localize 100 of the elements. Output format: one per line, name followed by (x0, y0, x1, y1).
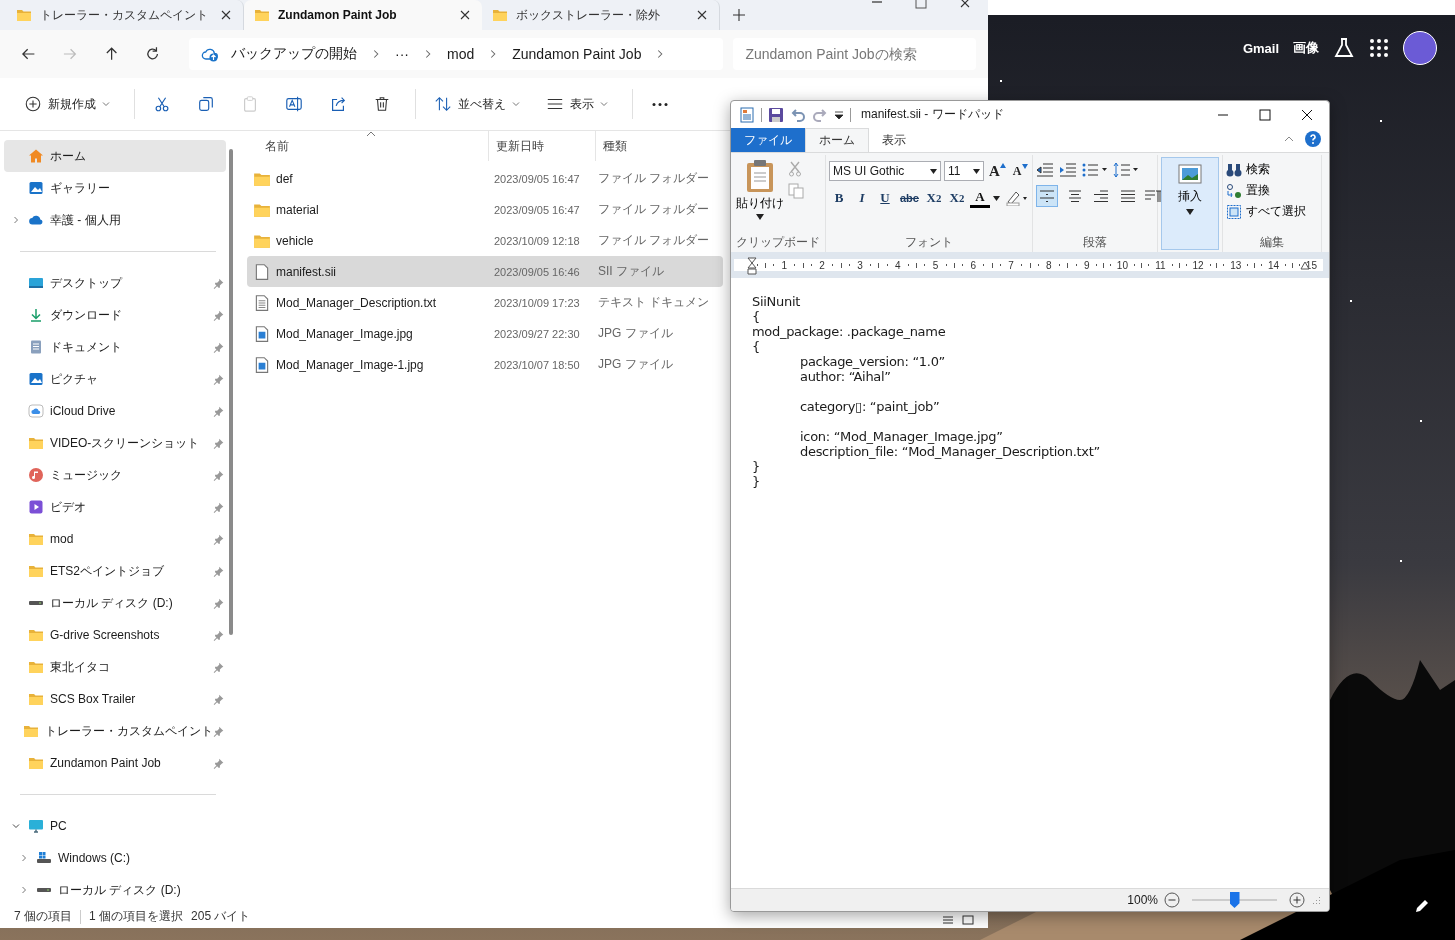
drive-icon (36, 886, 52, 894)
line-spacing-icon[interactable] (1113, 162, 1139, 178)
sidebar-item[interactable]: ドキュメント (4, 331, 226, 363)
search-field[interactable]: Zundamon Paint Jobの検索 (733, 38, 976, 70)
maximize-icon[interactable] (1259, 108, 1271, 121)
sidebar-item[interactable]: ミュージック (4, 459, 226, 491)
format-button[interactable]: I (852, 187, 872, 209)
sidebar-item[interactable]: ビデオ (4, 491, 226, 523)
format-button[interactable]: B (829, 187, 849, 209)
sidebar-item[interactable]: ホーム (4, 140, 226, 172)
close-icon[interactable] (1301, 108, 1313, 121)
file-row[interactable]: Mod_Manager_Description.txt 2023/10/09 17:23 テキスト ドキュメン (247, 287, 723, 318)
zoom-out-icon[interactable] (1164, 892, 1180, 908)
sidebar-item[interactable]: ギャラリー (4, 172, 226, 204)
sidebar-item[interactable]: SCS Box Trailer (4, 683, 226, 715)
text-line: { (752, 309, 761, 324)
binoculars-icon (1226, 161, 1242, 178)
sidebar-item[interactable]: ピクチャ (4, 363, 226, 395)
download-icon (28, 307, 44, 323)
details-view-icon[interactable] (940, 915, 956, 925)
column-header[interactable]: 名前 (235, 131, 489, 161)
insert-button[interactable]: 挿入 (1161, 157, 1219, 250)
undo-icon[interactable] (790, 106, 806, 123)
indent-marker-icon[interactable] (747, 257, 757, 275)
address-bar[interactable]: バックアップの開始 ··· mod Zundamon Paint Job (189, 38, 724, 70)
file-row[interactable]: def 2023/09/05 16:47 ファイル フォルダー (247, 163, 723, 194)
breadcrumb-item[interactable]: ··· (395, 46, 409, 62)
ruler-number: 14 (1268, 259, 1280, 271)
flask-icon[interactable] (1333, 37, 1355, 59)
bullet-list-icon[interactable] (1082, 162, 1108, 178)
paragraph-icon[interactable] (1144, 188, 1162, 204)
sidebar-item[interactable]: デスクトップ (4, 267, 226, 299)
zoom-in-icon[interactable] (1289, 892, 1305, 908)
column-header[interactable]: 更新日時 (489, 131, 596, 161)
file-icon (253, 262, 271, 281)
text-line: description_file: “Mod_Manager_Description.txt” (799, 444, 1101, 459)
plus-icon[interactable] (732, 8, 746, 22)
sidebar-item[interactable]: Zundamon Paint Job (4, 747, 226, 779)
ribbon-tab[interactable]: ファイル (731, 128, 805, 152)
scrollbar[interactable] (229, 149, 233, 635)
text-line: mod_package: .package_name (752, 324, 947, 339)
header-link[interactable]: 画像 (1293, 39, 1319, 57)
sidebar-item[interactable]: mod (4, 523, 226, 555)
apps-grid-icon[interactable] (1369, 38, 1389, 58)
sidebar-item[interactable]: VIDEO-スクリーンショット (4, 427, 226, 459)
format-button[interactable]: A (969, 188, 990, 208)
explorer-tab[interactable]: Zundamon Paint Job (244, 0, 482, 30)
paste-button[interactable]: 貼り付け (734, 155, 786, 234)
breadcrumb-item[interactable]: mod (447, 46, 475, 62)
font-name-field[interactable]: MS UI Gothic (829, 161, 941, 181)
edit-button[interactable]: 置換 (1226, 182, 1306, 199)
header-link[interactable]: Gmail (1242, 40, 1279, 56)
close-icon[interactable] (219, 8, 233, 22)
breadcrumb-item[interactable]: バックアップの開始 (231, 45, 357, 63)
file-row[interactable]: Mod_Manager_Image.jpg 2023/09/27 22:30 JPG ファイル (247, 318, 723, 349)
sidebar-item[interactable]: ローカル ディスク (D:) (4, 874, 226, 905)
tiles-view-icon[interactable] (960, 915, 976, 925)
sidebar-item[interactable]: PC (4, 810, 226, 842)
help-icon[interactable] (1305, 131, 1321, 147)
toolbar-button[interactable]: 並べ替え (424, 89, 530, 119)
close-icon[interactable] (695, 8, 709, 22)
sidebar-item[interactable]: Windows (C:) (4, 842, 226, 874)
document-text[interactable]: SiiNunit { mod_package: .package_name { package_version: “1.0” author: “Aihal” category▯: “paint_job” icon: “Mod_Manager_Image.jpg” description_file: “Mod_Manager_Description.txt” } } (731, 278, 1329, 888)
shrink-font-button[interactable]: A (1010, 163, 1030, 179)
sidebar-item[interactable]: ダウンロード (4, 299, 226, 331)
indent-icon[interactable] (1059, 162, 1077, 178)
pencil-icon[interactable] (1414, 898, 1430, 914)
file-row[interactable]: manifest.sii 2023/09/05 16:46 SII ファイル (247, 256, 723, 287)
edit-button[interactable]: すべて選択 (1226, 203, 1306, 220)
ribbon-tab[interactable]: 表示 (869, 128, 919, 152)
close-icon[interactable] (958, 0, 972, 10)
slider-thumb[interactable] (1229, 892, 1240, 908)
font-size-field[interactable]: 11 (944, 161, 984, 181)
caret-icon[interactable] (992, 195, 1000, 201)
toolbar-button[interactable]: 表示 (536, 89, 618, 119)
edit-button[interactable]: 検索 (1226, 161, 1306, 178)
file-row[interactable]: vehicle 2023/10/09 12:18 ファイル フォルダー (247, 225, 723, 256)
column-header[interactable]: 種類 (596, 131, 716, 161)
toolbar-button[interactable]: 新規作成 (14, 89, 120, 119)
save-icon[interactable] (768, 106, 784, 123)
grow-font-button[interactable]: A (987, 162, 1008, 180)
resize-grip-icon[interactable] (1311, 895, 1321, 905)
text-line: icon: “Mod_Manager_Image.jpg” (799, 428, 1004, 444)
ribbon-tab[interactable]: ホーム (805, 128, 869, 152)
sidebar-item[interactable]: G-drive Screenshots (4, 619, 226, 651)
dropdown-caret-icon[interactable] (834, 109, 844, 120)
sidebar-item[interactable]: ETS2ペイントジョブ (4, 555, 226, 587)
file-row[interactable]: material 2023/09/05 16:47 ファイル フォルダー (247, 194, 723, 225)
format-button[interactable]: abc (898, 187, 921, 209)
sidebar-item[interactable]: 東北イタコ (4, 651, 226, 683)
outdent-icon[interactable] (1036, 162, 1054, 178)
sidebar-item[interactable]: ローカル ディスク (D:) (4, 587, 226, 619)
breadcrumb-item[interactable]: Zundamon Paint Job (512, 46, 642, 62)
close-icon[interactable] (458, 8, 472, 22)
format-button[interactable]: U (875, 187, 895, 209)
sidebar-item[interactable]: iCloud Drive (4, 395, 226, 427)
sidebar-item[interactable]: トレーラー・カスタムペイント (4, 715, 226, 747)
sidebar-item[interactable]: 幸護 - 個人用 (4, 204, 226, 236)
file-row[interactable]: Mod_Manager_Image-1.jpg 2023/10/07 18:50 JPG ファイル (247, 349, 723, 380)
home-icon (28, 148, 44, 164)
